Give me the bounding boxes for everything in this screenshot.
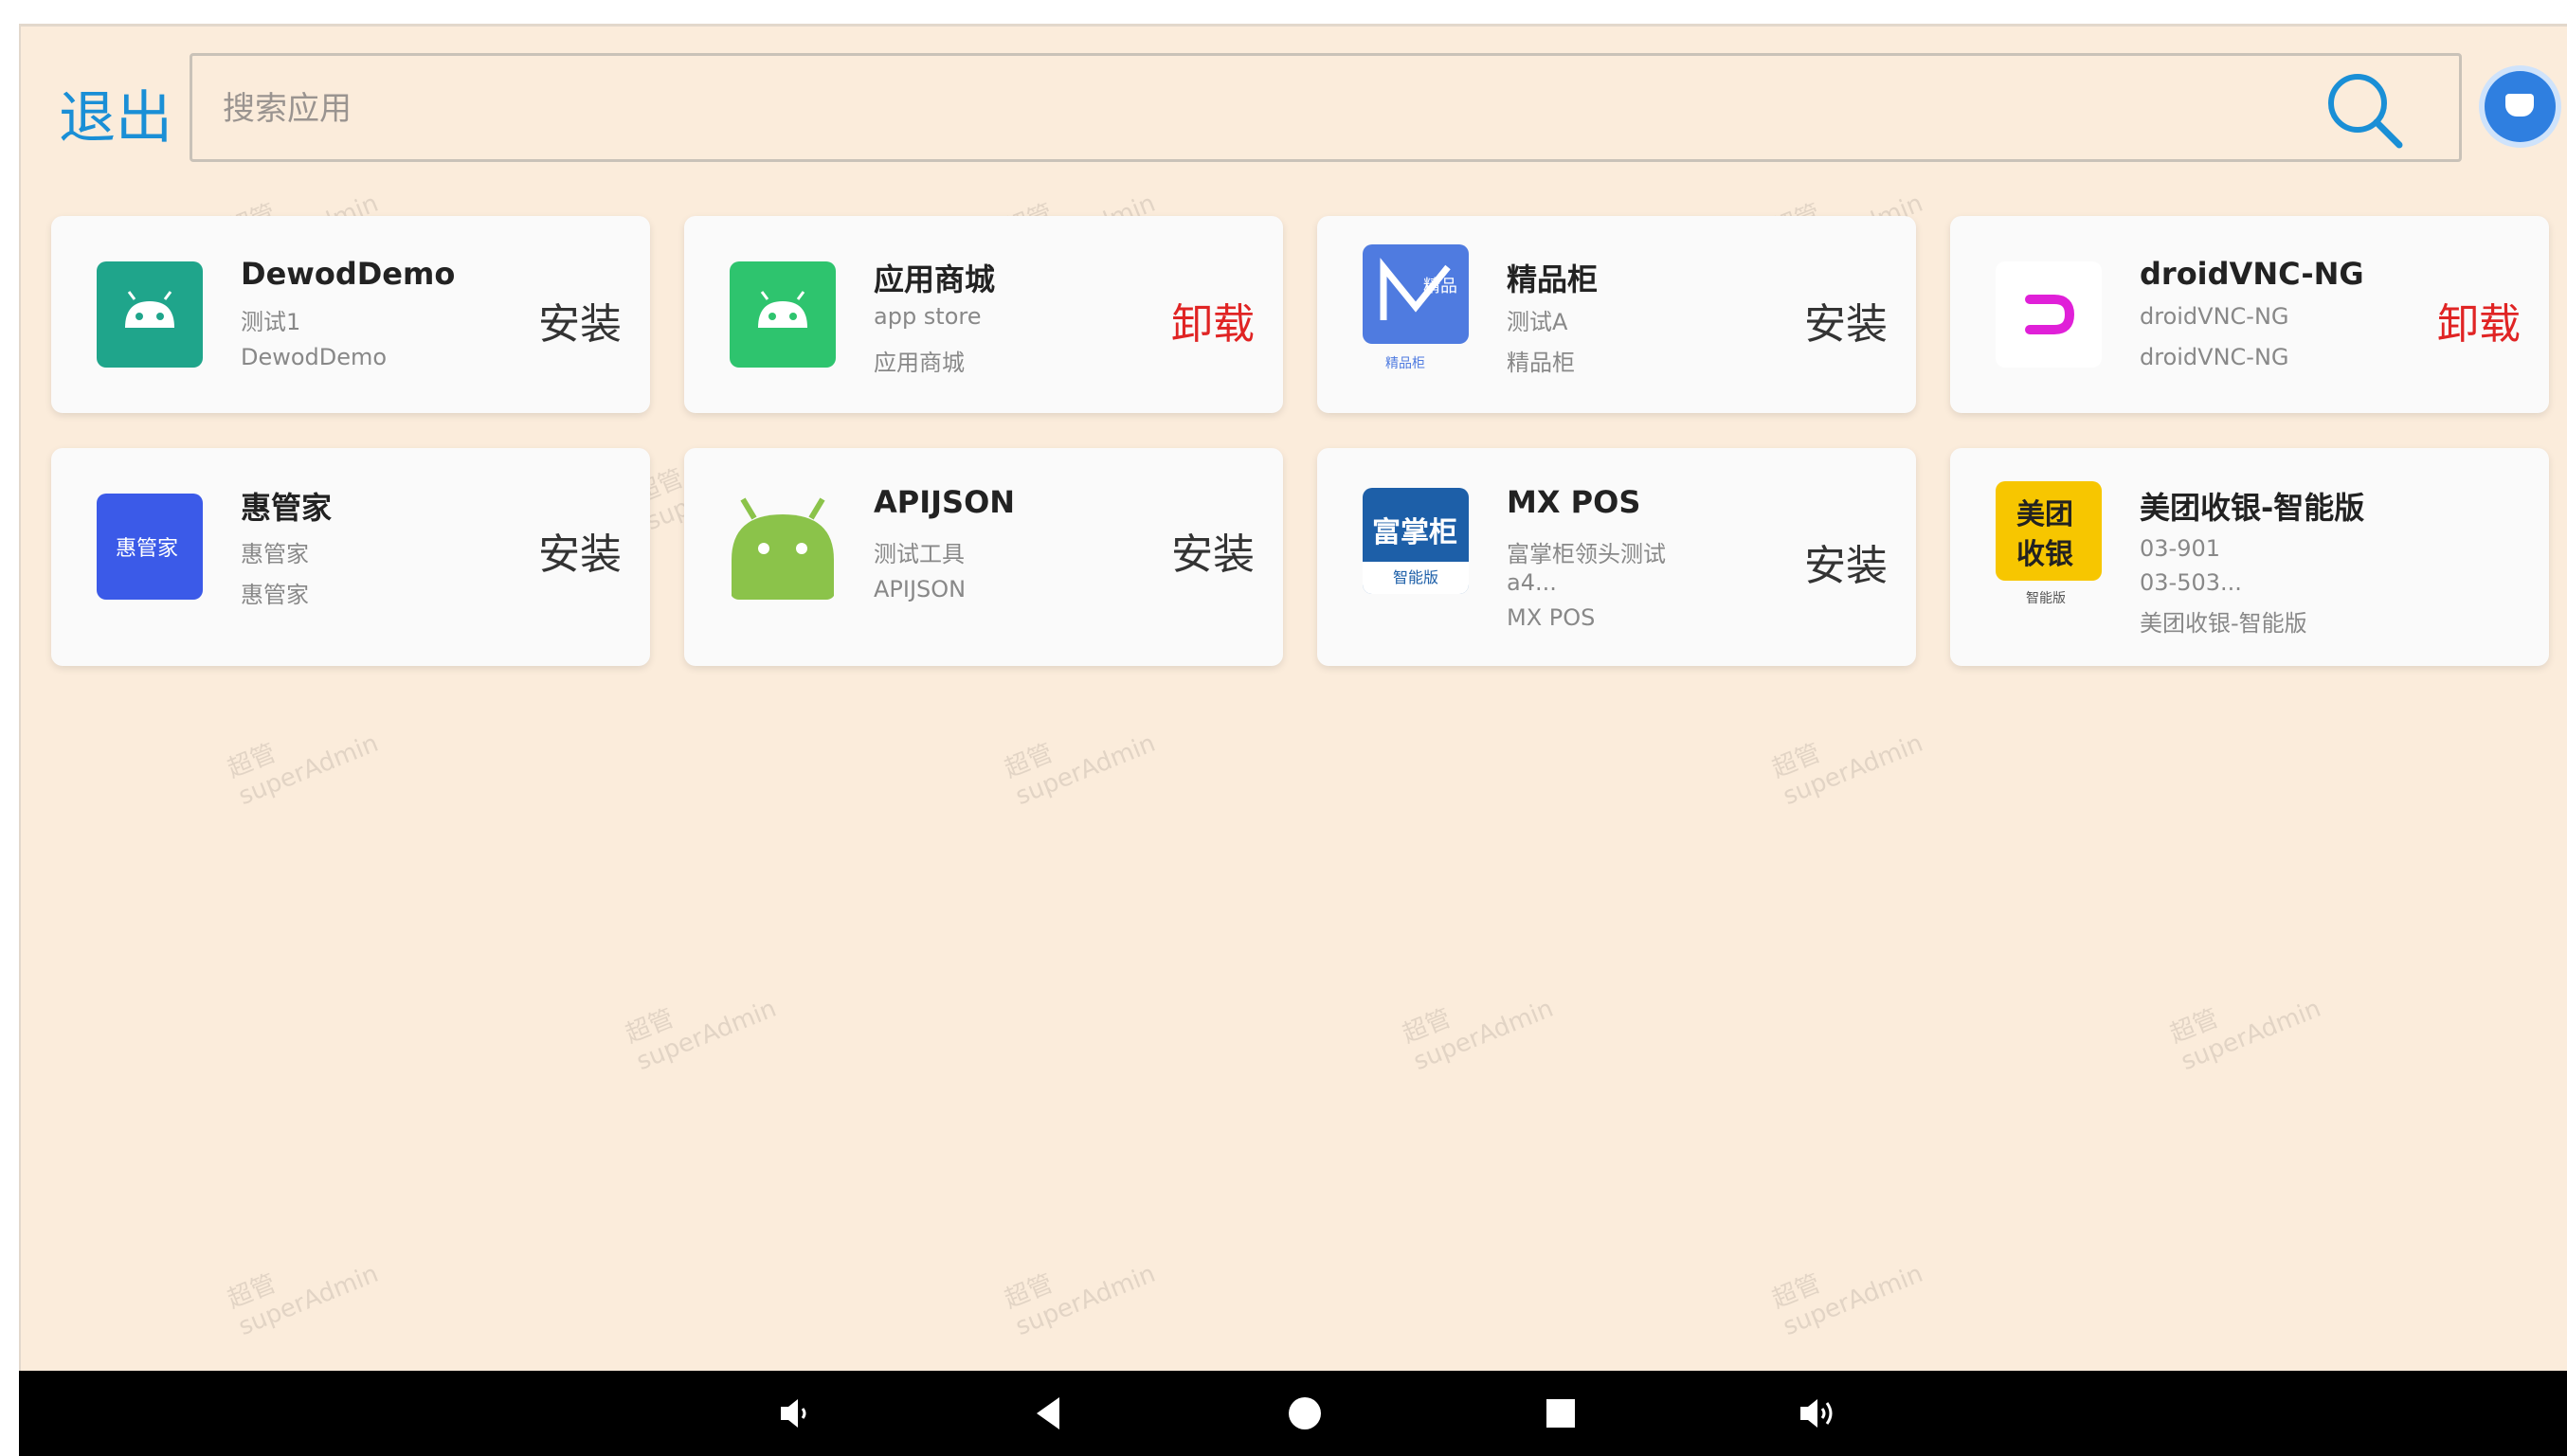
app-desc: 富掌柜领头测试 (1507, 541, 1666, 567)
app-package: 美团收银-智能版 (2140, 610, 2307, 637)
watermark: 超管superAdmin (2165, 994, 2325, 1077)
app-desc: droidVNC-NG (2140, 303, 2289, 330)
meituan-icon: 美团 收银 (1996, 481, 2102, 581)
app-desc: app store (874, 303, 982, 330)
app-screen: 退出 超管superAdmin 超管superAdmin 超管superAdmi… (19, 24, 2567, 1372)
watermark: 超管superAdmin (1767, 1259, 1927, 1342)
app-card-apijson[interactable]: APIJSON 测试工具 APIJSON 安装 (684, 448, 1283, 666)
app-package: MX POS (1507, 604, 1596, 631)
app-name: 美团收银-智能版 (2140, 490, 2365, 526)
android-icon (730, 261, 836, 368)
app-desc: 测试1 (241, 309, 301, 335)
app-name: DewodDemo (241, 256, 456, 292)
app-package: 应用商城 (874, 350, 965, 376)
search-input[interactable] (221, 56, 2262, 161)
system-navigation-bar (19, 1371, 2567, 1456)
watermark: 超管superAdmin (1767, 728, 1927, 812)
android-icon (97, 261, 203, 368)
app-name: 应用商城 (874, 261, 996, 297)
app-desc: 测试工具 (874, 541, 965, 567)
watermark: 超管superAdmin (1398, 994, 1558, 1077)
app-desc: 惠管家 (241, 541, 309, 567)
watermark: 超管superAdmin (1000, 728, 1160, 812)
install-button[interactable]: 安装 (1171, 520, 1255, 581)
app-package: 惠管家 (241, 582, 309, 608)
app-name: droidVNC-NG (2140, 256, 2364, 292)
user-avatar[interactable] (2485, 71, 2556, 142)
watermark: 超管superAdmin (1000, 1259, 1160, 1342)
icon-caption: 精品柜 (1385, 356, 1425, 371)
app-name: 精品柜 (1507, 261, 1599, 297)
uninstall-button[interactable]: 卸载 (1171, 290, 1255, 351)
install-button[interactable]: 安装 (538, 520, 622, 581)
android-icon (730, 494, 836, 600)
install-button[interactable]: 安装 (1804, 290, 1888, 351)
app-card-dewoddemo[interactable]: DewodDemo 测试1 DewodDemo 安装 (51, 216, 650, 413)
fuzhanggui-icon: 富掌柜 智能版 (1363, 488, 1469, 594)
install-button[interactable]: 安装 (538, 290, 622, 351)
volume-up-icon[interactable] (1791, 1388, 1842, 1439)
app-package: 精品柜 (1507, 350, 1575, 376)
app-package: APIJSON (874, 576, 967, 602)
install-button[interactable]: 安装 (1804, 531, 1888, 592)
watermark: 超管superAdmin (223, 728, 383, 812)
app-version: 03-503... (2140, 569, 2242, 596)
app-card-huiguanjia[interactable]: 惠管家 惠管家 惠管家 惠管家 安装 (51, 448, 650, 666)
uninstall-button[interactable]: 卸载 (2437, 290, 2521, 351)
watermark: 超管superAdmin (621, 994, 781, 1077)
app-name: APIJSON (874, 484, 1016, 520)
huiguanjia-icon: 惠管家 (97, 494, 203, 600)
watermark: 超管superAdmin (223, 1259, 383, 1342)
app-card-meituan[interactable]: 美团 收银 智能版 美团收银-智能版 03-901 03-503... 美团收银… (1950, 448, 2549, 666)
back-icon[interactable] (1023, 1388, 1075, 1439)
app-card-app-store[interactable]: 应用商城 app store 应用商城 卸载 (684, 216, 1283, 413)
app-version: a4... (1507, 569, 1557, 596)
exit-button[interactable]: 退出 (59, 72, 172, 154)
home-icon[interactable] (1279, 1388, 1330, 1439)
app-package: droidVNC-NG (2140, 344, 2289, 370)
volume-down-icon[interactable] (768, 1388, 819, 1439)
app-card-jingpingui[interactable]: 精品 精品柜 精品柜 测试A 精品柜 安装 (1317, 216, 1916, 413)
jingpin-icon: 精品 (1363, 244, 1469, 344)
app-card-mxpos[interactable]: 富掌柜 智能版 MX POS 富掌柜领头测试 a4... MX POS 安装 (1317, 448, 1916, 666)
search-bar[interactable] (190, 53, 2462, 162)
app-desc: 03-901 (2140, 535, 2221, 562)
app-name: 惠管家 (241, 490, 333, 526)
search-icon[interactable] (2322, 67, 2407, 153)
app-desc: 测试A (1507, 309, 1568, 335)
app-package: DewodDemo (241, 344, 388, 370)
recents-icon[interactable] (1535, 1388, 1586, 1439)
vnc-icon (1996, 261, 2102, 368)
app-name: MX POS (1507, 484, 1641, 520)
icon-caption: 智能版 (2026, 591, 2066, 606)
app-card-droidvnc[interactable]: droidVNC-NG droidVNC-NG droidVNC-NG 卸载 (1950, 216, 2549, 413)
